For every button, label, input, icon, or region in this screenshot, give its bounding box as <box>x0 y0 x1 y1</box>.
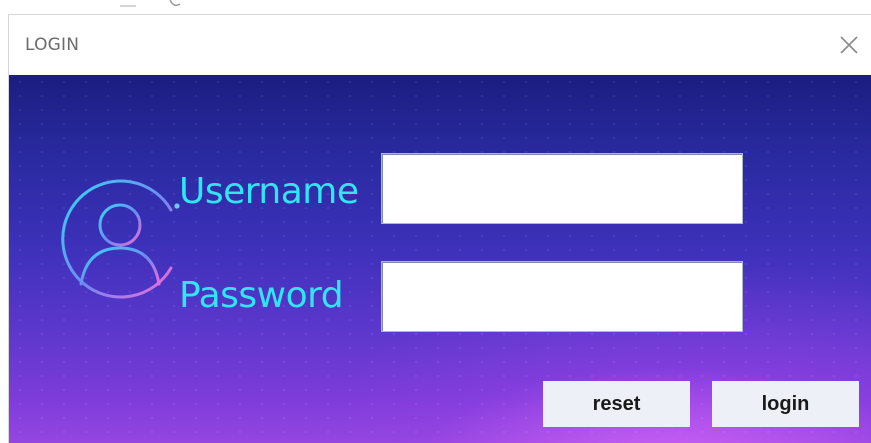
login-dialog: LOGIN Username Password reset login <box>8 14 871 443</box>
user-avatar-icon <box>61 179 180 299</box>
password-input[interactable] <box>381 261 743 332</box>
title-bar: LOGIN <box>9 15 871 75</box>
password-label: Password <box>179 275 344 316</box>
login-panel: Username Password reset login <box>9 75 871 443</box>
window-title: LOGIN <box>25 35 80 55</box>
username-label: Username <box>179 171 359 212</box>
background-fragment <box>120 0 181 7</box>
close-icon <box>840 36 858 54</box>
background-window <box>0 0 871 14</box>
login-button[interactable]: login <box>712 381 859 427</box>
reset-button[interactable]: reset <box>543 381 690 427</box>
username-input[interactable] <box>381 153 743 224</box>
close-button[interactable] <box>835 31 863 59</box>
